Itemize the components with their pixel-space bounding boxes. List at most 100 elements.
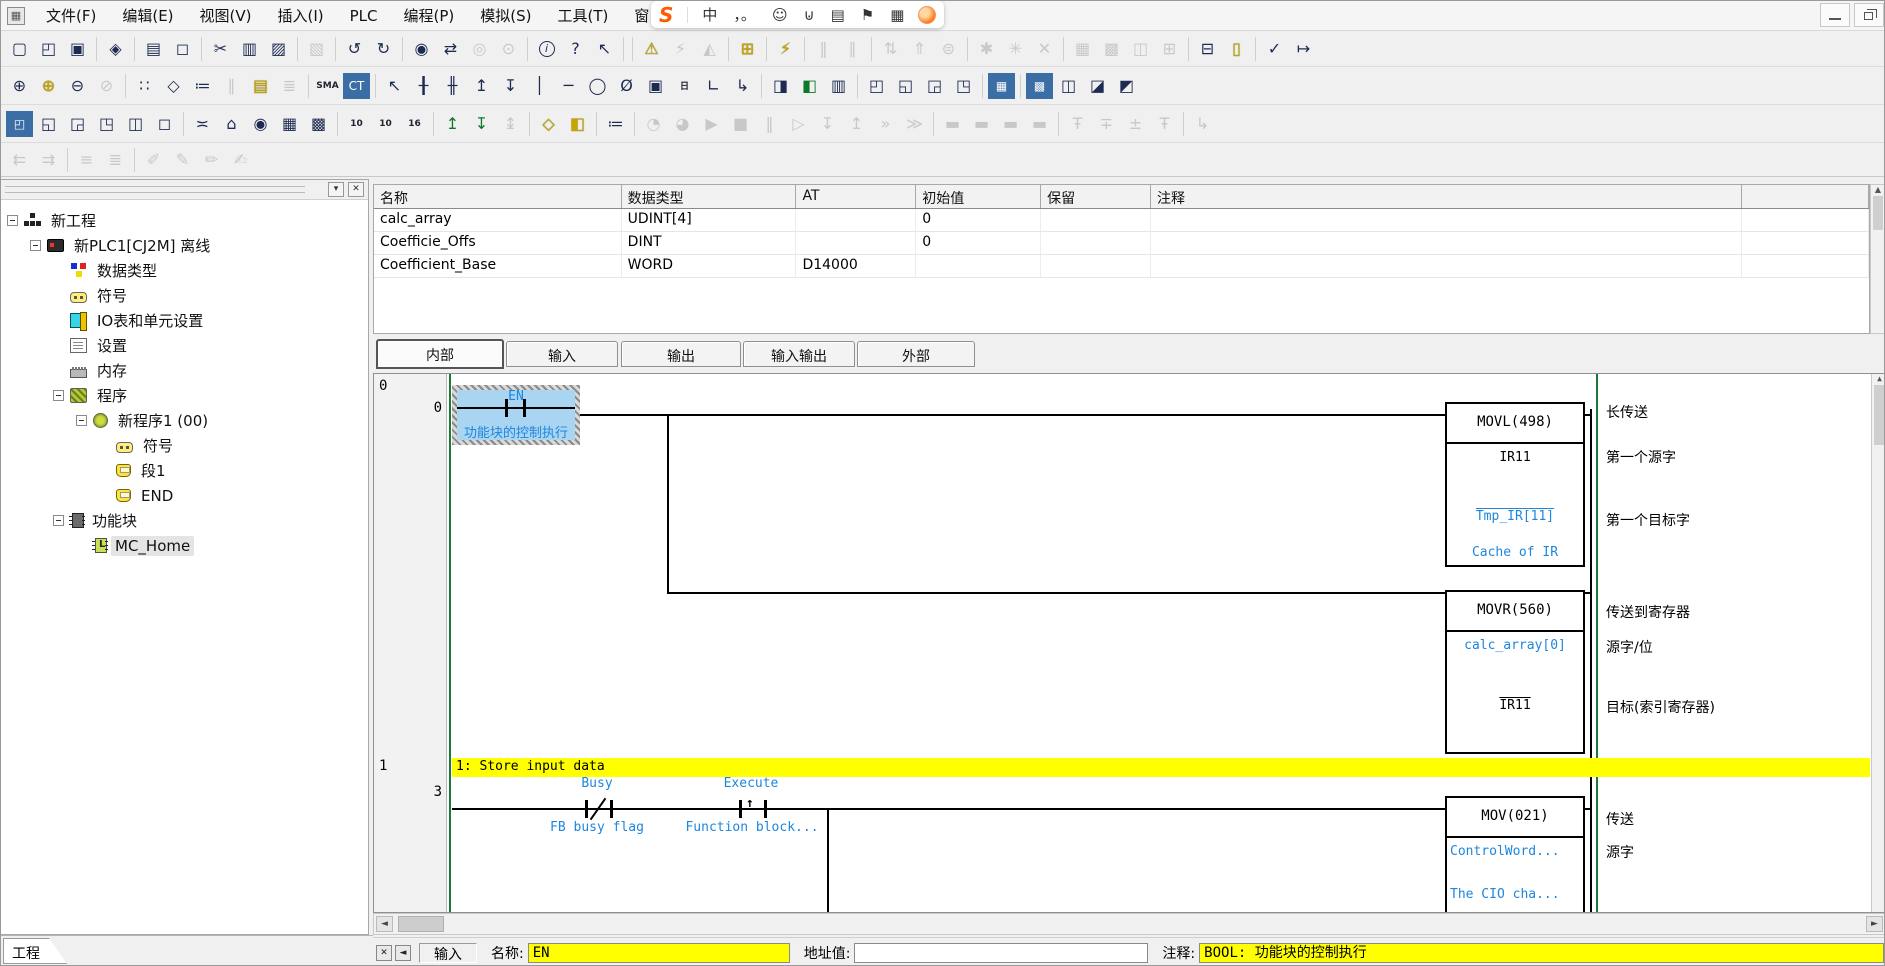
fb-comment-field[interactable]: BOOL: 功能块的控制执行: [1199, 943, 1884, 963]
tree-item-符号[interactable]: 符号: [1, 283, 368, 308]
window-symbols-icon[interactable]: ◲: [64, 111, 91, 137]
app-icon[interactable]: ▦: [7, 7, 25, 25]
zoom-in-icon[interactable]: ⊕: [6, 73, 33, 99]
var-table-cell[interactable]: [1742, 232, 1869, 254]
save-icon[interactable]: ▣: [64, 36, 91, 62]
workspace-drag-grip[interactable]: [5, 186, 305, 193]
var-table-cell[interactable]: Coefficie_Offs: [374, 232, 622, 254]
var-tab-输入输出[interactable]: 输入输出: [743, 341, 855, 367]
redo-icon[interactable]: ↻: [370, 36, 397, 62]
var-table-cell[interactable]: [1041, 232, 1151, 254]
ime-toolbox-icon[interactable]: ▦: [882, 6, 912, 24]
var-table-cell[interactable]: [1151, 209, 1742, 231]
tree-item-符号[interactable]: 符号: [1, 433, 368, 458]
scroll-thumb[interactable]: [398, 916, 444, 932]
scroll-right-arrow[interactable]: ►: [1866, 916, 1883, 932]
tree-item-内存[interactable]: 内存: [1, 358, 368, 383]
ime-emoji-icon[interactable]: ☺: [764, 6, 796, 24]
fb-library-icon[interactable]: ◨: [767, 73, 794, 99]
zoom-select-icon[interactable]: ⊕: [35, 73, 62, 99]
var-table-cell[interactable]: WORD: [622, 255, 797, 277]
var-table-cell[interactable]: [1151, 255, 1742, 277]
horizontal-line-icon[interactable]: ─: [555, 73, 582, 99]
ime-soft-keyboard-icon[interactable]: ▤: [823, 6, 853, 24]
var-table-cell[interactable]: 0: [916, 232, 1041, 254]
fb-name-field[interactable]: EN: [528, 943, 790, 963]
instruction-box-icon[interactable]: ▣: [642, 73, 669, 99]
var-table-cell[interactable]: UDINT[4]: [622, 209, 797, 231]
mov-operand2[interactable]: The CIO cha...: [1447, 887, 1583, 902]
view-a-icon[interactable]: ◫: [1055, 73, 1082, 99]
menu-模拟S[interactable]: 模拟(S): [467, 1, 544, 31]
ladder-editor[interactable]: 0 0 1 3 EN 功能块的控制执行 MOVL(498) IR11 Tmp_I…: [373, 373, 1885, 913]
tree-expander-icon[interactable]: [53, 390, 64, 401]
fb-address-field[interactable]: [854, 943, 1148, 963]
monitor-decimal-icon[interactable]: 10: [343, 111, 370, 137]
rung1-title-bar[interactable]: 1: Store input data: [452, 758, 1870, 777]
scroll-left-arrow[interactable]: ◄: [376, 916, 393, 932]
ime-punctuation-icon[interactable]: ，。: [725, 4, 764, 25]
movr-operand2[interactable]: IR11: [1447, 698, 1583, 713]
var-table-header-初始值[interactable]: 初始值: [916, 185, 1041, 208]
sogou-logo-icon[interactable]: S: [659, 3, 673, 27]
sim-scan-icon[interactable]: ≔: [602, 111, 629, 137]
monitor-hex-icon[interactable]: 16: [401, 111, 428, 137]
coil-icon[interactable]: ◯: [584, 73, 611, 99]
find-icon[interactable]: ◉: [408, 36, 435, 62]
edit-2-icon[interactable]: ◱: [892, 73, 919, 99]
selected-contact-en[interactable]: EN 功能块的控制执行: [452, 385, 580, 445]
edit-4-icon[interactable]: ◳: [950, 73, 977, 99]
coil-nc-icon[interactable]: Ø: [613, 73, 640, 99]
var-table-cell[interactable]: [796, 209, 916, 231]
tree-item-功能块[interactable]: 功能块: [1, 508, 368, 533]
tree-expander-icon[interactable]: [30, 240, 41, 251]
ime-chinese-mode-icon[interactable]: 中: [694, 4, 725, 25]
menu-视图V[interactable]: 视图(V): [187, 1, 265, 31]
restore-button[interactable]: [1854, 3, 1884, 27]
copy-icon[interactable]: ▥: [236, 36, 263, 62]
menu-工具T[interactable]: 工具(T): [545, 1, 622, 31]
var-table-row[interactable]: Coefficient_BaseWORDD14000: [374, 255, 1869, 278]
tree-item-新PLC1[CJ2M]-离线[interactable]: 新PLC1[CJ2M] 离线: [1, 233, 368, 258]
tree-item-END[interactable]: END: [1, 483, 368, 508]
fb-parameter-icon[interactable]: ∟: [700, 73, 727, 99]
tree-item-新程序1-(00)[interactable]: 新程序1 (00): [1, 408, 368, 433]
cross-reference-icon[interactable]: ≍: [189, 111, 216, 137]
var-table-cell[interactable]: Coefficient_Base: [374, 255, 622, 277]
key-clear-icon[interactable]: ↦: [1290, 36, 1317, 62]
tree-item-数据类型[interactable]: 数据类型: [1, 258, 368, 283]
var-table-header-保留[interactable]: 保留: [1041, 185, 1151, 208]
work-online-icon[interactable]: ⚠: [638, 36, 665, 62]
fb-definition-icon[interactable]: ◧: [796, 73, 823, 99]
show-ct-icon[interactable]: CT: [343, 73, 370, 99]
menu-文件F[interactable]: 文件(F): [33, 1, 109, 31]
var-table-cell[interactable]: [1742, 209, 1869, 231]
workspace-close-button[interactable]: ✕: [348, 182, 364, 197]
go-rung-up-icon[interactable]: ↥: [439, 111, 466, 137]
select-mode-icon[interactable]: ↖: [381, 73, 408, 99]
contact-down-icon[interactable]: ↧: [497, 73, 524, 99]
tree-item-程序[interactable]: 程序: [1, 383, 368, 408]
rung-overview-icon[interactable]: ◇: [160, 73, 187, 99]
options-icon[interactable]: ⊟: [1194, 36, 1221, 62]
var-table-row[interactable]: Coefficie_OffsDINT0: [374, 232, 1869, 255]
workspace-menu-button[interactable]: ▾: [328, 182, 344, 197]
fb-bar-close-button[interactable]: ✕: [376, 945, 392, 961]
data-trace-icon[interactable]: ▩: [305, 111, 332, 137]
new-icon[interactable]: ▢: [6, 36, 33, 62]
movl-operand1[interactable]: IR11: [1447, 450, 1583, 465]
instruction-mov[interactable]: MOV(021) ControlWord... The CIO cha...: [1445, 796, 1585, 913]
undo-icon[interactable]: ↺: [341, 36, 368, 62]
var-table-header-名称[interactable]: 名称: [374, 185, 622, 208]
var-tab-输出[interactable]: 输出: [621, 341, 741, 367]
about-icon[interactable]: i: [533, 36, 560, 62]
view-b-icon[interactable]: ◪: [1084, 73, 1111, 99]
transfer-to-plc-icon[interactable]: ⚡: [772, 36, 799, 62]
cut-icon[interactable]: ✂: [207, 36, 234, 62]
online-edit-icon[interactable]: ⊞: [734, 36, 761, 62]
var-table-header-数据类型[interactable]: 数据类型: [622, 185, 797, 208]
contact-no-icon[interactable]: ╂: [410, 73, 437, 99]
window-settings-icon[interactable]: ◻: [151, 111, 178, 137]
var-table-cell[interactable]: calc_array: [374, 209, 622, 231]
st-editor-icon[interactable]: ▥: [825, 73, 852, 99]
